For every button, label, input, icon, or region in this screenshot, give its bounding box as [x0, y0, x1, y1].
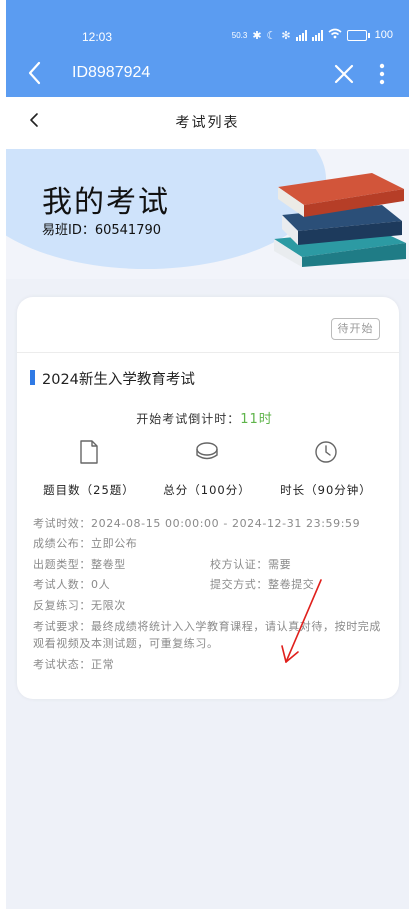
coins-icon	[196, 442, 218, 460]
battery-icon	[346, 29, 370, 41]
yiban-id: 易班ID：60541790	[42, 223, 162, 238]
detail-question-type: 出题类型：整卷型	[33, 558, 126, 571]
card-divider	[17, 352, 399, 353]
nav-bar: 考试列表	[6, 97, 409, 149]
countdown: 开始考试倒计时：11时	[0, 408, 409, 427]
books-illustration	[274, 173, 406, 267]
bluetooth-icon: ✱	[252, 29, 262, 42]
exam-status-button[interactable]: 待开始	[331, 318, 380, 340]
net-speed: 50.3	[231, 30, 248, 40]
countdown-label: 开始考试倒计时：	[136, 412, 241, 426]
clock-icon	[315, 441, 337, 463]
countdown-value: 11时	[240, 412, 273, 427]
banner: 我的考试 易班ID：60541790	[6, 149, 409, 279]
detail-practice: 反复练习：无限次	[33, 599, 126, 612]
stat-label: 总分（100分）	[163, 483, 251, 497]
moon-icon: ☾	[266, 29, 277, 42]
signal-icon	[295, 29, 307, 41]
stat-question-count: 题目数（25题）	[29, 440, 149, 498]
stat-label: 时长（90分钟）	[280, 483, 372, 497]
detail-school-cert: 校方认证：需要	[210, 558, 292, 571]
detail-publish: 成绩公布：立即公布	[33, 537, 138, 550]
status-time: 12:03	[82, 30, 113, 44]
detail-exam-state: 考试状态：正常	[33, 658, 115, 671]
detail-requirement: 考试要求：最终成绩将统计入入学教育课程，请认真对待，按时完成观看视频及本测试题，…	[33, 620, 381, 650]
detail-submit-mode: 提交方式：整卷提交	[210, 578, 315, 591]
stat-duration: 时长（90分钟）	[266, 440, 386, 498]
more-options-icon[interactable]	[377, 62, 387, 86]
close-icon[interactable]	[332, 62, 356, 86]
signal-icon	[311, 29, 323, 41]
mute-icon: ✻	[281, 29, 291, 42]
status-icons: 50.3 ✱ ☾ ✻ 100	[232, 28, 393, 42]
detail-validity: 考试时效：2024-08-15 00:00:00 - 2024-12-31 23…	[33, 517, 361, 530]
page-id: ID8987924	[72, 64, 151, 81]
stat-total-score: 总分（100分）	[147, 440, 267, 498]
battery-percent: 100	[374, 29, 393, 41]
title-bar: 12:03 50.3 ✱ ☾ ✻ 100 ID8987924	[6, 0, 409, 97]
stat-label: 题目数（25题）	[43, 483, 135, 497]
banner-title: 我的考试	[42, 185, 170, 220]
back-arrow-icon[interactable]	[24, 60, 46, 86]
page-title: 考试列表	[175, 115, 240, 131]
detail-participants: 考试人数：0人	[33, 578, 111, 591]
wifi-icon	[328, 28, 342, 42]
exam-title: 2024新生入学教育考试	[42, 372, 195, 388]
document-icon	[80, 440, 98, 464]
title-marker	[30, 370, 35, 385]
